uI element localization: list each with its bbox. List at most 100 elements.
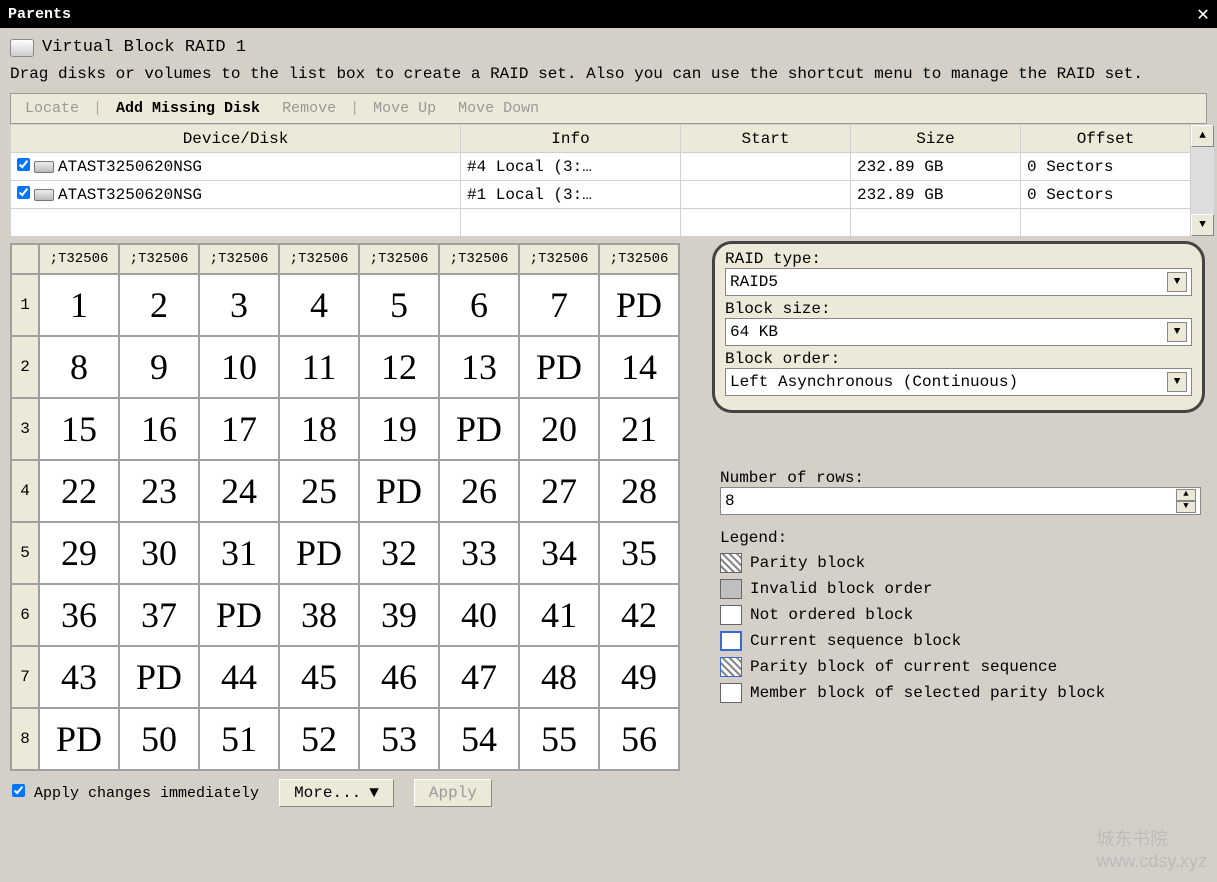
block-size-select[interactable]: 64 KB ▼ bbox=[725, 318, 1192, 346]
grid-col-header[interactable]: ;T32506 bbox=[439, 244, 519, 274]
data-block-cell[interactable]: 51 bbox=[199, 708, 279, 770]
data-block-cell[interactable]: 6 bbox=[439, 274, 519, 336]
table-row[interactable]: ATAST3250620NSG #4 Local (3:… 232.89 GB … bbox=[11, 153, 1215, 181]
parity-block-cell[interactable]: PD bbox=[199, 584, 279, 646]
grid-col-header[interactable]: ;T32506 bbox=[119, 244, 199, 274]
data-block-cell[interactable]: 8 bbox=[39, 336, 119, 398]
apply-button[interactable]: Apply bbox=[414, 779, 492, 807]
spinner-up-icon[interactable]: ▲ bbox=[1176, 489, 1196, 501]
data-block-cell[interactable]: 36 bbox=[39, 584, 119, 646]
data-block-cell[interactable]: 26 bbox=[439, 460, 519, 522]
data-block-cell[interactable]: 12 bbox=[359, 336, 439, 398]
data-block-cell[interactable]: 49 bbox=[599, 646, 679, 708]
data-block-cell[interactable]: 5 bbox=[359, 274, 439, 336]
data-block-cell[interactable]: 28 bbox=[599, 460, 679, 522]
data-block-cell[interactable]: 55 bbox=[519, 708, 599, 770]
data-block-cell[interactable]: 34 bbox=[519, 522, 599, 584]
col-offset[interactable]: Offset bbox=[1021, 125, 1191, 153]
data-block-cell[interactable]: 14 bbox=[599, 336, 679, 398]
grid-col-header[interactable]: ;T32506 bbox=[39, 244, 119, 274]
parity-block-cell[interactable]: PD bbox=[439, 398, 519, 460]
apply-immediately-checkbox[interactable]: Apply changes immediately bbox=[12, 784, 259, 802]
data-block-cell[interactable]: 22 bbox=[39, 460, 119, 522]
block-order-select[interactable]: Left Asynchronous (Continuous) ▼ bbox=[725, 368, 1192, 396]
data-block-cell[interactable]: 4 bbox=[279, 274, 359, 336]
move-up-button[interactable]: Move Up bbox=[365, 98, 444, 119]
data-block-cell[interactable]: 10 bbox=[199, 336, 279, 398]
data-block-cell[interactable]: 9 bbox=[119, 336, 199, 398]
data-block-cell[interactable]: 13 bbox=[439, 336, 519, 398]
parity-block-cell[interactable]: PD bbox=[39, 708, 119, 770]
data-block-cell[interactable]: 46 bbox=[359, 646, 439, 708]
scroll-down-icon[interactable]: ▼ bbox=[1191, 214, 1214, 236]
data-block-cell[interactable]: 29 bbox=[39, 522, 119, 584]
data-block-cell[interactable]: 24 bbox=[199, 460, 279, 522]
spinner-down-icon[interactable]: ▼ bbox=[1176, 501, 1196, 513]
scrollbar-track[interactable] bbox=[1191, 147, 1214, 214]
parity-block-cell[interactable]: PD bbox=[119, 646, 199, 708]
grid-row-header[interactable]: 1 bbox=[11, 274, 39, 336]
data-block-cell[interactable]: 47 bbox=[439, 646, 519, 708]
parity-block-cell[interactable]: PD bbox=[599, 274, 679, 336]
grid-col-header[interactable]: ;T32506 bbox=[199, 244, 279, 274]
parity-block-cell[interactable]: PD bbox=[279, 522, 359, 584]
grid-col-header[interactable]: ;T32506 bbox=[519, 244, 599, 274]
grid-row-header[interactable]: 7 bbox=[11, 646, 39, 708]
data-block-cell[interactable]: 42 bbox=[599, 584, 679, 646]
data-block-cell[interactable]: 25 bbox=[279, 460, 359, 522]
col-size[interactable]: Size bbox=[851, 125, 1021, 153]
data-block-cell[interactable]: 48 bbox=[519, 646, 599, 708]
remove-button[interactable]: Remove bbox=[274, 98, 344, 119]
data-block-cell[interactable]: 23 bbox=[119, 460, 199, 522]
data-block-cell[interactable]: 16 bbox=[119, 398, 199, 460]
grid-col-header[interactable]: ;T32506 bbox=[599, 244, 679, 274]
grid-row-header[interactable]: 6 bbox=[11, 584, 39, 646]
data-block-cell[interactable]: 52 bbox=[279, 708, 359, 770]
data-block-cell[interactable]: 3 bbox=[199, 274, 279, 336]
data-block-cell[interactable]: 21 bbox=[599, 398, 679, 460]
scroll-up-icon[interactable]: ▲ bbox=[1191, 125, 1214, 147]
close-icon[interactable]: ✕ bbox=[1197, 1, 1209, 27]
data-block-cell[interactable]: 43 bbox=[39, 646, 119, 708]
row-checkbox[interactable] bbox=[17, 158, 30, 171]
data-block-cell[interactable]: 33 bbox=[439, 522, 519, 584]
data-block-cell[interactable]: 15 bbox=[39, 398, 119, 460]
data-block-cell[interactable]: 53 bbox=[359, 708, 439, 770]
col-info[interactable]: Info bbox=[461, 125, 681, 153]
move-down-button[interactable]: Move Down bbox=[450, 98, 547, 119]
grid-col-header[interactable]: ;T32506 bbox=[279, 244, 359, 274]
data-block-cell[interactable]: 1 bbox=[39, 274, 119, 336]
data-block-cell[interactable]: 19 bbox=[359, 398, 439, 460]
num-rows-input[interactable]: 8 ▲ ▼ bbox=[720, 487, 1201, 515]
data-block-cell[interactable]: 18 bbox=[279, 398, 359, 460]
more-button[interactable]: More... ▼ bbox=[279, 779, 394, 807]
grid-row-header[interactable]: 5 bbox=[11, 522, 39, 584]
table-row-partial[interactable] bbox=[11, 209, 1215, 237]
data-block-cell[interactable]: 17 bbox=[199, 398, 279, 460]
data-block-cell[interactable]: 45 bbox=[279, 646, 359, 708]
data-block-cell[interactable]: 31 bbox=[199, 522, 279, 584]
grid-row-header[interactable]: 8 bbox=[11, 708, 39, 770]
col-start[interactable]: Start bbox=[681, 125, 851, 153]
raid-type-select[interactable]: RAID5 ▼ bbox=[725, 268, 1192, 296]
grid-row-header[interactable]: 2 bbox=[11, 336, 39, 398]
data-block-cell[interactable]: 44 bbox=[199, 646, 279, 708]
data-block-cell[interactable]: 2 bbox=[119, 274, 199, 336]
table-row[interactable]: ATAST3250620NSG #1 Local (3:… 232.89 GB … bbox=[11, 181, 1215, 209]
data-block-cell[interactable]: 40 bbox=[439, 584, 519, 646]
data-block-cell[interactable]: 30 bbox=[119, 522, 199, 584]
add-missing-disk-button[interactable]: Add Missing Disk bbox=[108, 98, 268, 119]
parity-block-cell[interactable]: PD bbox=[519, 336, 599, 398]
col-device[interactable]: Device/Disk bbox=[11, 125, 461, 153]
data-block-cell[interactable]: 56 bbox=[599, 708, 679, 770]
data-block-cell[interactable]: 7 bbox=[519, 274, 599, 336]
grid-row-header[interactable]: 3 bbox=[11, 398, 39, 460]
data-block-cell[interactable]: 39 bbox=[359, 584, 439, 646]
grid-col-header[interactable]: ;T32506 bbox=[359, 244, 439, 274]
spinner-control[interactable]: ▲ ▼ bbox=[1176, 489, 1196, 513]
locate-button[interactable]: Locate bbox=[17, 98, 87, 119]
data-block-cell[interactable]: 27 bbox=[519, 460, 599, 522]
data-block-cell[interactable]: 50 bbox=[119, 708, 199, 770]
data-block-cell[interactable]: 37 bbox=[119, 584, 199, 646]
data-block-cell[interactable]: 20 bbox=[519, 398, 599, 460]
